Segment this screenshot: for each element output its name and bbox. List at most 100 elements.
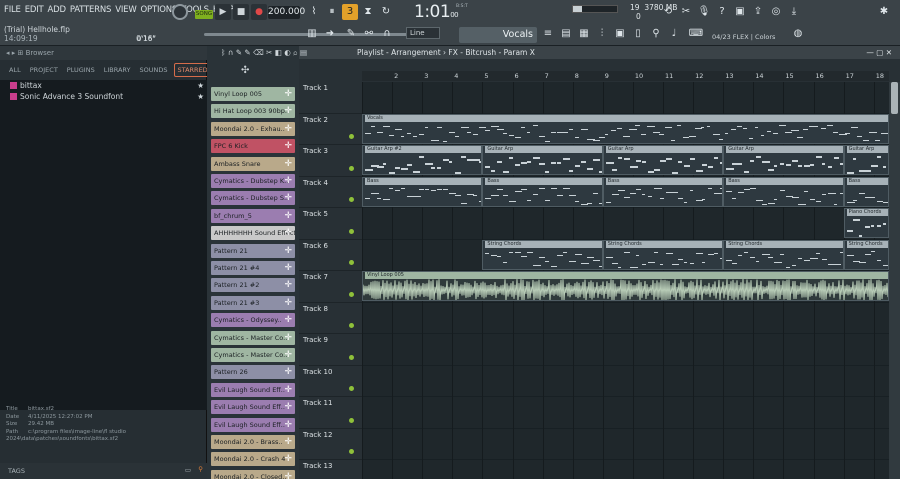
pattern-item[interactable]: Moondai 2.0 - Crash 4 ✛ [211,452,295,467]
metronome-icon[interactable]: ⌇ [306,4,322,20]
track-lane[interactable] [362,334,889,366]
track-header[interactable]: Track 4 [299,177,362,208]
pattern-item[interactable]: Cymatics - Master Co.. ✛ [211,348,295,362]
link-icon[interactable]: ⚯ [361,26,377,42]
track-header[interactable]: Track 2 [299,114,362,145]
pattern-item[interactable]: AHHHHHHH Sound Effect ✛ [211,226,295,241]
add-icon[interactable]: ✛ [284,383,292,397]
folder-icon[interactable]: ▭ [185,466,191,474]
track-lane[interactable] [362,208,889,240]
add-icon[interactable]: ✛ [284,104,292,118]
add-icon[interactable]: ✛ [284,157,292,171]
playlist-clip[interactable]: String Chords [602,239,724,270]
add-icon[interactable]: ✛ [284,470,292,479]
chat-icon[interactable]: ◎ [768,4,784,20]
master-volume-knob[interactable] [172,4,188,20]
pattern-item[interactable]: Cymatics - Master Co.. ✛ [211,330,295,345]
menu-add[interactable]: ADD [48,5,67,15]
track-header[interactable]: Track 6 [299,240,362,271]
magnet-icon[interactable]: ∩ [379,26,395,42]
arrow-right-icon[interactable]: ➜ [322,26,338,42]
export-icon[interactable]: ⇪ [750,4,766,20]
track-lane[interactable] [362,366,889,397]
browser-tab-sounds[interactable]: SOUNDS [137,64,171,76]
record-button[interactable]: ● [251,4,267,20]
playlist-clip[interactable]: String Chords [482,239,603,270]
expand-icon[interactable]: ✣ [241,65,249,76]
add-icon[interactable]: ✛ [284,365,292,379]
playlist-clip[interactable]: Guitar Arp [602,145,724,175]
channel-rack-icon[interactable]: ▦ [576,26,592,42]
pencil-icon[interactable]: ✎ [343,26,359,42]
touch-keyboard-icon[interactable]: ⌨ [688,26,704,42]
track-lane[interactable] [362,460,889,479]
star-icon[interactable]: ★ [197,91,204,102]
song-mode-button[interactable]: SONG [195,10,213,19]
add-icon[interactable]: ✛ [284,122,292,136]
track-header[interactable]: Track 9 [299,334,362,366]
window-controls[interactable]: — ▢ ✕ [866,46,892,59]
menu-edit[interactable]: EDIT [25,5,44,15]
pattern-item[interactable]: Pattern 21 #2 ✛ [211,278,295,293]
track-active-indicator[interactable] [349,260,354,265]
loop-record-icon[interactable]: ↻ [378,4,394,20]
playlist-clip[interactable]: Guitar Arp #2 [362,145,483,175]
add-icon[interactable]: ✛ [284,209,292,223]
plugin-icon[interactable]: ⚲ [648,26,664,42]
pattern-item[interactable]: Cymatics - Odyssey.. ✛ [211,313,295,328]
pattern-item[interactable]: FPC 6 Kick ✛ [211,139,295,154]
add-icon[interactable]: ✛ [284,331,292,345]
pattern-item[interactable]: Pattern 21 #4 ✛ [211,261,295,275]
scrollbar-thumb[interactable] [891,82,898,114]
arrangement-grid[interactable]: Vocals Guitar Arp #2 Guitar Arp Guitar Arp G… [362,82,889,479]
track-header[interactable]: Track 5 [299,208,362,240]
add-icon[interactable]: ✛ [284,418,292,432]
playlist-clip[interactable]: Piano Chords [843,208,889,238]
track-active-indicator[interactable] [349,228,354,234]
piano-icon[interactable]: ▥ [304,26,320,42]
browser-item[interactable]: bittax ★ [0,80,207,91]
browser-tab-starred[interactable]: STARRED [173,63,212,77]
pattern-item[interactable]: Cymatics - Dubstep K.. ✛ [211,174,295,188]
playlist-clip[interactable]: Guitar Arp [482,145,603,175]
track-header[interactable]: Track 12 [299,429,362,460]
mixer-icon[interactable]: ⫶ [594,26,610,42]
menu-view[interactable]: VIEW [115,5,136,15]
playlist-clip[interactable]: Bass [843,176,889,207]
track-active-indicator[interactable] [349,291,354,297]
playlist-clip[interactable]: String Chords [723,239,844,270]
vertical-scrollbar[interactable] [889,82,900,479]
track-header[interactable]: Track 11 [299,397,362,429]
track-header[interactable]: Track 3 [299,145,362,177]
pattern-item[interactable]: Cymatics - Dubstep S.. ✛ [211,191,295,206]
browser-tab-all[interactable]: ALL [6,64,24,76]
tempo-tapper-icon[interactable]: ♩ [666,26,682,42]
playlist-tools[interactable]: ᛒ ∩ ✎ ✎ ⌫ ✂ ◧ ◐ ⌕ ▤ [221,46,307,59]
piano-roll-icon[interactable]: ▤ [558,26,574,42]
pattern-item[interactable]: Hi Hat Loop 003 90bp.. ✛ [211,104,295,119]
timeline-ruler[interactable]: 2 3 4 5 6 7 8 9 10 11 12 13 14 15 16 17 18 [362,71,889,81]
snap-selector[interactable]: Line [406,27,440,39]
add-icon[interactable]: ✛ [284,191,292,205]
pattern-item[interactable]: Moondai 2.0 - Brass.. ✛ [211,435,295,449]
add-icon[interactable]: ✛ [284,348,292,362]
add-icon[interactable]: ✛ [284,261,292,275]
pattern-item[interactable]: Ambass Snare ✛ [211,156,295,171]
track-active-indicator[interactable] [349,134,354,139]
cut-icon[interactable]: ✂ [678,4,694,20]
add-icon[interactable]: ✛ [284,139,292,153]
pattern-item[interactable]: Moondai 2.0 - Closed.. ✛ [211,469,295,479]
add-icon[interactable]: ✛ [284,226,292,240]
tempo-display[interactable]: 200.000 [268,6,305,19]
playlist-icon[interactable]: ≡ [540,26,556,42]
play-button[interactable]: ▶ [215,4,231,20]
playlist-clip[interactable]: Guitar Arp [843,145,889,175]
pattern-item[interactable]: Pattern 21 #3 ✛ [211,295,295,310]
track-active-indicator[interactable] [349,354,354,360]
track-header[interactable]: Track 1 [299,82,362,114]
pattern-item[interactable]: Pattern 21 ✛ [211,243,295,258]
tags-bar[interactable]: TAGS ▭ ⚲ [0,463,207,479]
playlist-clip[interactable]: Bass [723,176,844,207]
menu-file[interactable]: FILE [4,5,21,15]
help-icon[interactable]: ? [714,4,730,20]
